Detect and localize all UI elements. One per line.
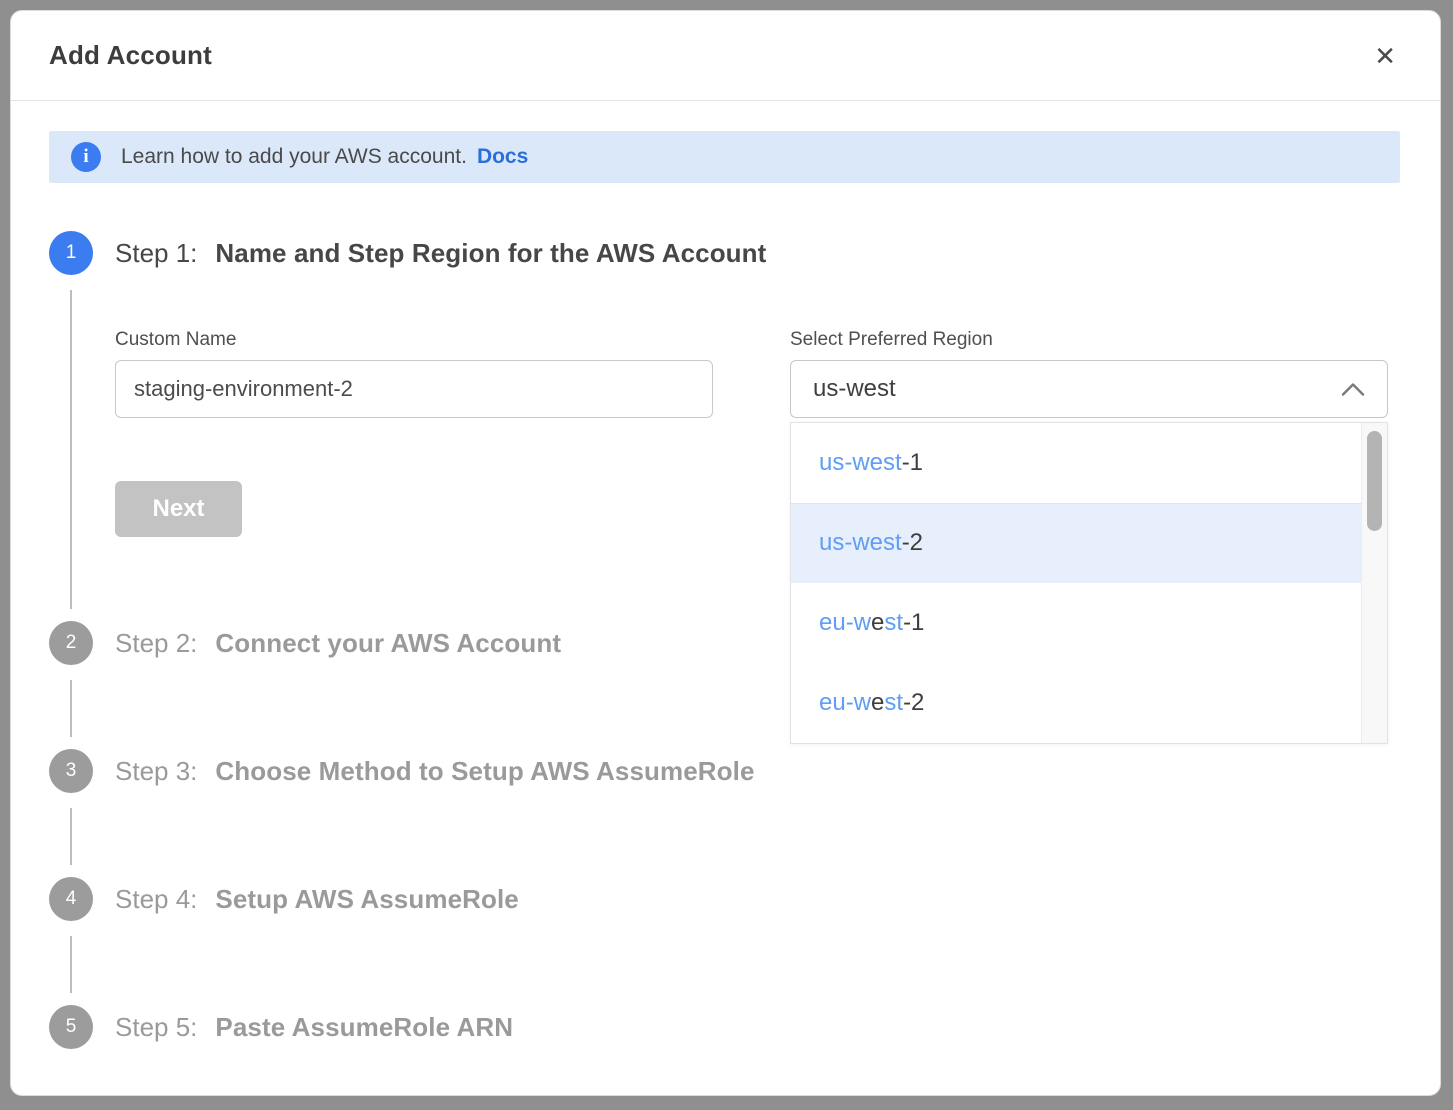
step-1-circle: 1 — [49, 231, 93, 275]
step-1-rail: 1 — [49, 231, 93, 621]
option-match-text: st — [884, 689, 903, 717]
region-option-us-west-1[interactable]: us-west-1 — [791, 423, 1387, 503]
step-1-main: Step 1: Name and Step Region for the AWS… — [115, 231, 1400, 621]
option-rest-text: e — [871, 689, 884, 717]
step-5: 5 Step 5: Paste AssumeRole ARN — [49, 1005, 1400, 1079]
step-3-prefix: Step 3: — [115, 756, 197, 787]
option-match-text: us-west — [819, 529, 902, 557]
step-2-title: Connect your AWS Account — [215, 628, 561, 659]
custom-name-column: Custom Name Next — [115, 329, 713, 537]
add-account-modal: Add Account ✕ i Learn how to add your AW… — [10, 10, 1441, 1096]
step-5-prefix: Step 5: — [115, 1012, 197, 1043]
step-4: 4 Step 4: Setup AWS AssumeRole — [49, 877, 1400, 1005]
step-5-main: Step 5: Paste AssumeRole ARN — [115, 1005, 1400, 1079]
step-3-title: Choose Method to Setup AWS AssumeRole — [215, 756, 754, 787]
option-match-text: st — [884, 609, 903, 637]
step-3-circle: 3 — [49, 749, 93, 793]
dropdown-scrollbar-thumb[interactable] — [1367, 431, 1382, 531]
step-connector-line — [70, 290, 72, 609]
region-dropdown: us-west-1 us-west-2 eu-west-1 eu-west-2 — [790, 422, 1388, 744]
step-connector-line — [70, 808, 72, 865]
option-rest-text: e — [871, 609, 884, 637]
step-5-rail: 5 — [49, 1005, 93, 1079]
option-rest-text: -2 — [903, 689, 924, 717]
step-1-prefix: Step 1: — [115, 238, 197, 269]
modal-body: i Learn how to add your AWS account. Doc… — [11, 101, 1440, 1079]
option-match-text: us-west — [819, 449, 902, 477]
region-select-value: us-west — [813, 375, 896, 403]
region-select[interactable]: us-west — [790, 360, 1388, 418]
step-5-heading: Step 5: Paste AssumeRole ARN — [115, 1005, 1400, 1049]
banner-message: Learn how to add your AWS account. — [121, 145, 467, 169]
info-icon: i — [71, 142, 101, 172]
option-match-text: eu-w — [819, 609, 871, 637]
step-4-rail: 4 — [49, 877, 93, 1005]
custom-name-label: Custom Name — [115, 329, 713, 351]
region-select-wrap: us-west us-west-1 — [790, 360, 1388, 418]
step-3: 3 Step 3: Choose Method to Setup AWS Ass… — [49, 749, 1400, 877]
step-4-circle: 4 — [49, 877, 93, 921]
docs-info-banner: i Learn how to add your AWS account. Doc… — [49, 131, 1400, 183]
step-3-heading: Step 3: Choose Method to Setup AWS Assum… — [115, 749, 1400, 793]
close-icon[interactable]: ✕ — [1374, 43, 1396, 69]
step-2-circle: 2 — [49, 621, 93, 665]
option-rest-text: -2 — [902, 529, 923, 557]
docs-link[interactable]: Docs — [477, 145, 528, 169]
option-match-text: eu-w — [819, 689, 871, 717]
region-option-eu-west-1[interactable]: eu-west-1 — [791, 583, 1387, 663]
step-5-circle: 5 — [49, 1005, 93, 1049]
custom-name-input[interactable] — [115, 360, 713, 418]
region-option-us-west-2[interactable]: us-west-2 — [791, 503, 1387, 583]
step-5-title: Paste AssumeRole ARN — [215, 1012, 513, 1043]
step-4-main: Step 4: Setup AWS AssumeRole — [115, 877, 1400, 1005]
step-connector-line — [70, 680, 72, 737]
step-4-heading: Step 4: Setup AWS AssumeRole — [115, 877, 1400, 921]
step-4-prefix: Step 4: — [115, 884, 197, 915]
page-title: Add Account — [49, 40, 212, 71]
step-1-form: Custom Name Next Select Preferred Region… — [115, 329, 1400, 537]
region-label: Select Preferred Region — [790, 329, 1388, 351]
step-2-rail: 2 — [49, 621, 93, 749]
step-1-heading: Step 1: Name and Step Region for the AWS… — [115, 231, 1400, 275]
step-1: 1 Step 1: Name and Step Region for the A… — [49, 231, 1400, 621]
next-button[interactable]: Next — [115, 481, 242, 537]
step-4-title: Setup AWS AssumeRole — [215, 884, 518, 915]
region-option-eu-west-2[interactable]: eu-west-2 — [791, 663, 1387, 743]
option-rest-text: -1 — [902, 449, 923, 477]
dropdown-scrollbar-track[interactable] — [1361, 423, 1387, 743]
step-3-main: Step 3: Choose Method to Setup AWS Assum… — [115, 749, 1400, 877]
step-1-title: Name and Step Region for the AWS Account — [215, 238, 766, 269]
step-connector-line — [70, 936, 72, 993]
modal-header: Add Account ✕ — [11, 11, 1440, 101]
step-2-prefix: Step 2: — [115, 628, 197, 659]
region-column: Select Preferred Region us-west — [790, 329, 1388, 537]
chevron-up-icon — [1341, 382, 1365, 397]
option-rest-text: -1 — [903, 609, 924, 637]
step-3-rail: 3 — [49, 749, 93, 877]
